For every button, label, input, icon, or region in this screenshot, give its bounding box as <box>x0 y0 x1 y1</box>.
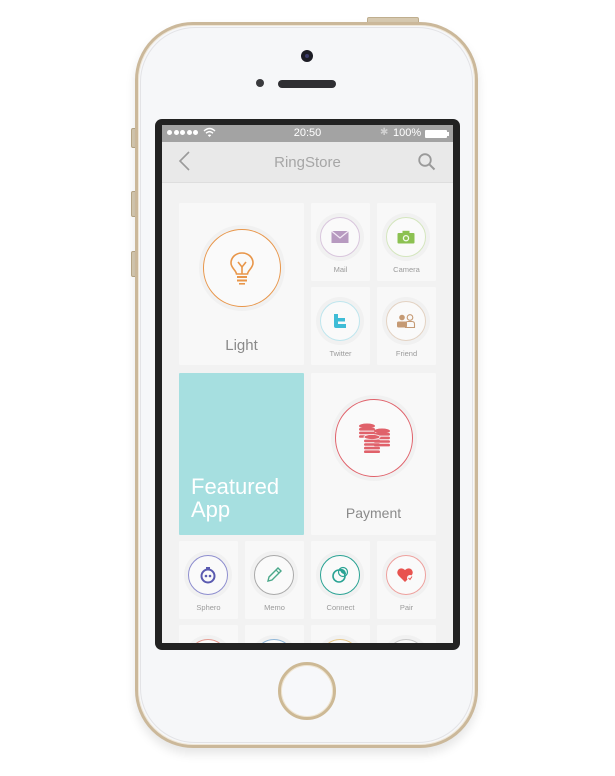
battery-percent: 100% <box>393 127 422 139</box>
tile-label: Payment <box>345 505 402 521</box>
tile-pair[interactable]: Pair <box>377 541 436 619</box>
tile-twitter[interactable]: Twitter <box>311 287 370 365</box>
light-ring <box>203 229 281 307</box>
twitter-ring <box>320 301 360 341</box>
earpiece-speaker <box>278 80 336 88</box>
partial-ring <box>254 639 294 643</box>
camera-icon <box>397 230 415 244</box>
tile-friend[interactable]: Friend <box>377 287 436 365</box>
pair-ring <box>386 555 426 595</box>
tile-featured-app[interactable]: Featured App <box>179 373 304 535</box>
status-bar: 20:50 ✱ 100% <box>162 125 453 142</box>
bluetooth-icon: ✱ <box>380 127 389 138</box>
partial-ring <box>188 639 228 643</box>
tile-memo[interactable]: Memo <box>245 541 304 619</box>
navigation-bar: RingStore <box>162 142 453 183</box>
camera-ring <box>386 217 426 257</box>
people-icon <box>397 314 416 328</box>
tile-label: Light <box>225 337 258 354</box>
mail-ring <box>320 217 360 257</box>
coins-icon <box>359 423 390 453</box>
payment-ring <box>335 399 413 477</box>
lightbulb-icon <box>230 252 254 285</box>
partial-ring <box>320 639 360 643</box>
friend-ring <box>386 301 426 341</box>
tile-label: Connect <box>326 603 355 612</box>
connect-icon <box>332 566 349 583</box>
envelope-icon <box>331 230 349 243</box>
tile-partial-3[interactable] <box>311 625 370 643</box>
tile-partial-2[interactable] <box>245 625 304 643</box>
featured-app-title: Featured App <box>191 474 280 522</box>
tile-connect[interactable]: Connect <box>311 541 370 619</box>
tile-label: Mail <box>333 265 348 274</box>
tile-camera[interactable]: Camera <box>377 203 436 281</box>
tile-payment[interactable]: Payment <box>311 373 436 535</box>
tile-label: Twitter <box>329 349 352 358</box>
tile-label: Pair <box>399 603 414 612</box>
tile-partial-4[interactable] <box>377 625 436 643</box>
tile-mail[interactable]: Mail <box>311 203 370 281</box>
sphero-icon <box>200 567 216 584</box>
tile-label: Sphero <box>196 603 221 612</box>
battery-icon <box>425 130 449 138</box>
front-camera <box>301 50 313 62</box>
tile-light[interactable]: Light <box>179 203 304 365</box>
tile-label: Memo <box>264 603 285 612</box>
home-button[interactable] <box>278 662 336 720</box>
tile-partial-1[interactable] <box>179 625 238 643</box>
app-screen: 20:50 ✱ 100% RingStore Light Mail Camera… <box>162 125 453 643</box>
page-title: RingStore <box>274 154 341 171</box>
partial-ring <box>386 639 426 643</box>
connect-ring <box>320 555 360 595</box>
tile-label: Friend <box>395 349 418 358</box>
tile-label: Camera <box>393 265 420 274</box>
pencil-icon <box>267 567 282 582</box>
memo-ring <box>254 555 294 595</box>
tile-sphero[interactable]: Sphero <box>179 541 238 619</box>
heart-icon <box>397 568 413 582</box>
proximity-sensor <box>256 79 264 87</box>
search-icon[interactable] <box>417 152 437 172</box>
sphero-ring <box>188 555 228 595</box>
twitter-icon <box>334 314 346 328</box>
